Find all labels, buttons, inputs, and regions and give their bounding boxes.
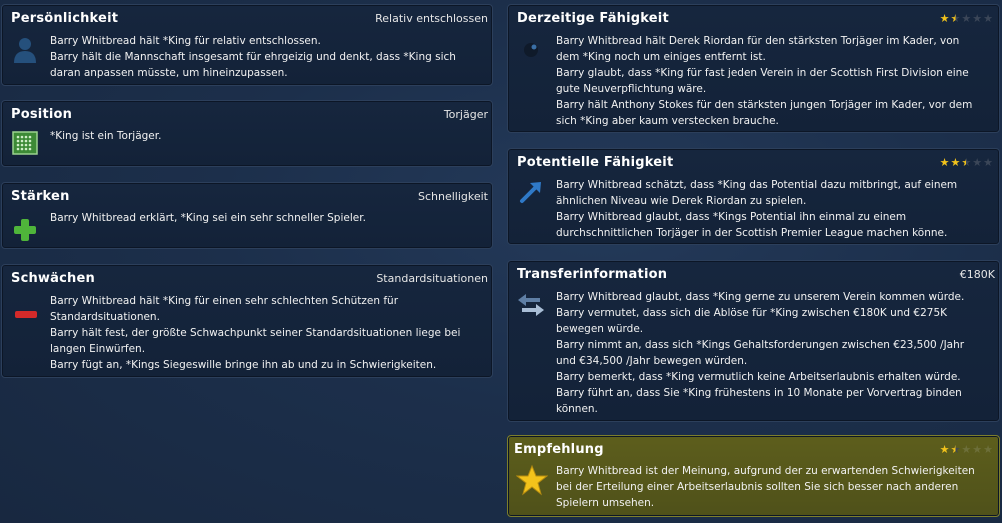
strengths-text: Barry Whitbread erklärt, *King sei ein s… (50, 210, 366, 226)
text-line: Barry nimmt an, dass sich *Kings Gehalts… (556, 339, 965, 351)
weaknesses-title: Schwächen (11, 271, 95, 286)
recommendation-title: Empfehlung (514, 442, 604, 457)
empty-star-icon: ★ (972, 12, 983, 25)
weaknesses-value: Standardsituationen (376, 272, 488, 285)
empty-star-icon: ★ (961, 12, 972, 25)
person-icon (12, 35, 38, 67)
recommendation-rating: ★ ★ ★ ★ ★ (940, 444, 993, 455)
star-icon: ★ (939, 156, 950, 169)
text-line: Barry Whitbread glaubt, dass *Kings Pote… (556, 211, 907, 223)
minus-icon (14, 305, 38, 324)
position-title: Position (11, 107, 73, 122)
text-line: Barry Whitbread hält *King für relativ e… (50, 35, 321, 47)
weaknesses-panel: Schwächen Standardsituationen Barry Whit… (1, 264, 493, 378)
current-ability-title: Derzeitige Fähigkeit (517, 11, 669, 26)
text-line: Barry führt an, dass Sie *King frühesten… (556, 387, 962, 399)
current-ability-panel: Derzeitige Fähigkeit ★ ★ ★ ★ ★ Barry Whi… (507, 4, 1000, 133)
text-line: bei der Erteilung einer Arbeitserlaubnis… (556, 481, 959, 493)
half-star-icon: ★ (950, 443, 961, 456)
transfer-text: Barry Whitbread glaubt, dass *King gerne… (556, 289, 964, 417)
strengths-title: Stärken (11, 189, 70, 204)
position-value: Torjäger (443, 108, 488, 121)
strengths-value: Schnelligkeit (417, 190, 488, 203)
half-star-icon: ★ (961, 156, 972, 169)
star-icon: ★ (939, 443, 950, 456)
current-ability-text: Barry Whitbread hält Derek Riordan für d… (556, 33, 972, 129)
position-panel: Position Torjäger *King ist ein Torjäger… (1, 100, 493, 167)
empty-star-icon: ★ (961, 443, 972, 456)
transfer-title: Transferinformation (517, 267, 668, 282)
text-line: Barry bemerkt, dass *King vermutlich kei… (556, 371, 961, 383)
star-icon: ★ (939, 12, 950, 25)
text-line: langen Einwürfen. (50, 343, 146, 355)
text-line: daran anpassen müsste, um hineinzupassen… (50, 67, 288, 79)
potential-ability-rating: ★ ★ ★ ★ ★ (940, 157, 993, 168)
text-line: Barry Whitbread hält Derek Riordan für d… (556, 35, 960, 47)
text-line: Barry Whitbread erklärt, *King sei ein s… (50, 212, 366, 224)
text-line: Standardsituationen. (50, 311, 160, 323)
ball-icon (520, 39, 542, 65)
transfer-value: €180K (959, 268, 995, 281)
personality-title: Persönlichkeit (11, 11, 119, 26)
text-line: gute Neuverpflichtung wäre. (556, 83, 707, 95)
text-line: sich *King aber kaum verstecken brauche. (556, 115, 779, 127)
recommendation-panel: Empfehlung ★ ★ ★ ★ ★ Barry Whitbread ist… (507, 435, 1000, 517)
current-ability-rating: ★ ★ ★ ★ ★ (940, 13, 993, 24)
text-line: Spielern umsehen. (556, 497, 655, 509)
text-line: dem *King noch um einiges entfernt ist. (556, 51, 766, 63)
potential-ability-panel: Potentielle Fähigkeit ★ ★ ★ ★ ★ Barry Wh… (507, 148, 1000, 245)
text-line: Barry hält Anthony Stokes für den stärks… (556, 99, 973, 111)
personality-panel: Persönlichkeit Relativ entschlossen Barr… (1, 4, 493, 86)
text-line: bewegen würde. (556, 323, 644, 335)
strengths-panel: Stärken Schnelligkeit Barry Whitbread er… (1, 182, 493, 249)
star-icon: ★ (950, 156, 961, 169)
plus-icon (13, 218, 37, 246)
empty-star-icon: ★ (983, 156, 993, 169)
recommendation-text: Barry Whitbread ist der Meinung, aufgrun… (556, 463, 975, 511)
potential-ability-title: Potentielle Fähigkeit (517, 155, 674, 170)
text-line: Barry hält die Mannschaft insgesamt für … (50, 51, 456, 63)
text-line: Barry Whitbread glaubt, dass *King gerne… (556, 291, 965, 303)
text-line: Barry hält fest, der größte Schwachpunkt… (50, 327, 461, 339)
empty-star-icon: ★ (983, 12, 993, 25)
text-line: können. (556, 403, 598, 415)
text-line: *King ist ein Torjäger. (50, 130, 162, 142)
text-line: Barry vermutet, dass sich die Ablöse für… (556, 307, 948, 319)
empty-star-icon: ★ (972, 443, 983, 456)
text-line: und €34,500 /Jahr bewegen würden. (556, 355, 748, 367)
text-line: Barry Whitbread ist der Meinung, aufgrun… (556, 465, 975, 477)
text-line: durchschnittlichen Torjäger in der Scott… (556, 227, 948, 239)
weaknesses-text: Barry Whitbread hält *King für einen seh… (50, 293, 460, 373)
personality-text: Barry Whitbread hält *King für relativ e… (50, 33, 456, 81)
text-line: Barry Whitbread schätzt, dass *King das … (556, 179, 958, 191)
pitch-icon (12, 131, 38, 159)
text-line: Barry glaubt, dass *King für fast jeden … (556, 67, 969, 79)
text-line: ähnlichen Niveau wie Derek Riordan zu sp… (556, 195, 807, 207)
empty-star-icon: ★ (983, 443, 993, 456)
potential-ability-text: Barry Whitbread schätzt, dass *King das … (556, 177, 957, 241)
empty-star-icon: ★ (972, 156, 983, 169)
half-star-icon: ★ (950, 12, 961, 25)
text-line: Barry Whitbread hält *King für einen seh… (50, 295, 399, 307)
text-line: Barry fügt an, *Kings Siegeswille bringe… (50, 359, 437, 371)
arrow-up-icon (518, 179, 544, 209)
star-icon (515, 464, 549, 500)
transfer-panel: Transferinformation €180K Barry Whitbrea… (507, 260, 1000, 422)
transfer-arrows-icon (516, 293, 546, 321)
position-text: *King ist ein Torjäger. (50, 128, 161, 144)
personality-value: Relativ entschlossen (375, 12, 488, 25)
